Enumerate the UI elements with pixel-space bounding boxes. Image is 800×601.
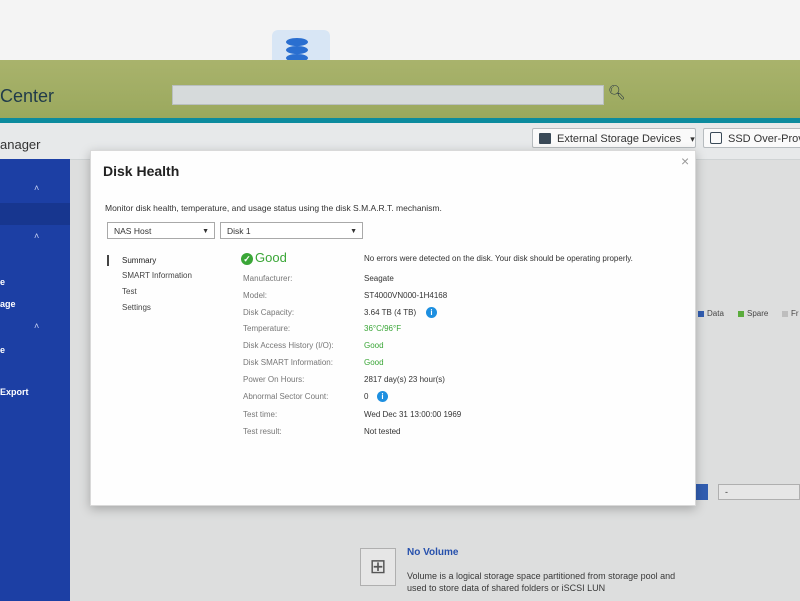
sidebar-item-1[interactable]: e bbox=[0, 277, 5, 287]
disk-select[interactable]: Disk 1 ▼ bbox=[220, 222, 363, 239]
info-icon[interactable]: i bbox=[426, 307, 437, 318]
abnormal-sector-count-value: 0 bbox=[364, 392, 369, 401]
close-icon[interactable]: × bbox=[681, 153, 689, 169]
sidebar-item-storage[interactable]: age bbox=[0, 299, 16, 309]
check-circle-icon: ✓ bbox=[241, 253, 253, 265]
ssd-label: SSD Over-Provi bbox=[728, 133, 800, 145]
abnormal-sector-count-label: Abnormal Sector Count: bbox=[243, 392, 329, 401]
disk-smart-information-value: Good bbox=[364, 358, 384, 367]
nav-settings[interactable]: Settings bbox=[122, 303, 151, 312]
test-time-value: Wed Dec 31 13:00:00 1969 bbox=[364, 410, 462, 419]
chevron-up-icon[interactable]: ˄ bbox=[34, 321, 39, 331]
disk-capacity-label: Disk Capacity: bbox=[243, 308, 295, 317]
disk-select-value: Disk 1 bbox=[227, 226, 251, 236]
sidebar-item-export[interactable]: Export bbox=[0, 387, 29, 397]
nav-active-indicator bbox=[107, 255, 109, 266]
model-value: ST4000VN000-1H4168 bbox=[364, 291, 448, 300]
ssd-icon bbox=[710, 132, 722, 144]
disk-capacity-value: 3.64 TB (4 TB) bbox=[364, 308, 417, 317]
manufacturer-label: Manufacturer: bbox=[243, 274, 293, 283]
chevron-up-icon[interactable]: ˄ bbox=[34, 231, 39, 241]
sidebar-item-3[interactable]: e bbox=[0, 345, 5, 355]
storage-manager-app: Center 🔍︎ anager External Storage Device… bbox=[0, 0, 800, 601]
disk-health-dialog: Disk Health × Monitor disk health, tempe… bbox=[90, 150, 696, 506]
external-storage-label: External Storage Devices bbox=[557, 133, 682, 145]
nav-smart-information[interactable]: SMART Information bbox=[122, 271, 192, 280]
disk-smart-information-label: Disk SMART Information: bbox=[243, 358, 333, 367]
app-brand: Center bbox=[0, 86, 55, 106]
dialog-description: Monitor disk health, temperature, and us… bbox=[105, 203, 442, 213]
search-input[interactable] bbox=[172, 85, 604, 105]
sidebar-selected-item[interactable] bbox=[0, 203, 70, 225]
ssd-over-provisioning-button[interactable]: SSD Over-Provi bbox=[703, 128, 800, 148]
test-result-value: Not tested bbox=[364, 427, 401, 436]
manufacturer-value: Seagate bbox=[364, 274, 394, 283]
power-on-hours-label: Power On Hours: bbox=[243, 375, 305, 384]
host-select-value: NAS Host bbox=[114, 226, 152, 236]
power-on-hours-value: 2817 day(s) 23 hour(s) bbox=[364, 375, 445, 384]
info-icon[interactable]: i bbox=[377, 391, 388, 402]
temperature-label: Temperature: bbox=[243, 324, 291, 333]
temperature-value: 36°C/96°F bbox=[364, 324, 402, 333]
chevron-down-icon: ▾ bbox=[690, 134, 695, 144]
test-result-label: Test result: bbox=[243, 427, 282, 436]
nav-test[interactable]: Test bbox=[122, 287, 137, 296]
health-status-message: No errors were detected on the disk. You… bbox=[364, 254, 633, 263]
chevron-up-icon[interactable]: ˄ bbox=[34, 183, 39, 193]
external-drive-icon bbox=[539, 133, 551, 144]
sidebar: ˄ ˄ e age ˄ e Export bbox=[0, 159, 70, 601]
model-label: Model: bbox=[243, 291, 268, 300]
dialog-title: Disk Health bbox=[103, 163, 180, 179]
disk-access-history-label: Disk Access History (I/O): bbox=[243, 341, 334, 350]
nav-summary[interactable]: Summary bbox=[122, 256, 156, 265]
test-time-label: Test time: bbox=[243, 410, 278, 419]
chevron-down-icon: ▼ bbox=[350, 228, 357, 235]
external-storage-devices-button[interactable]: External Storage Devices ▾ bbox=[532, 128, 696, 148]
search-icon[interactable]: 🔍︎ bbox=[608, 84, 626, 102]
page-title: anager bbox=[0, 137, 41, 152]
host-select[interactable]: NAS Host ▼ bbox=[107, 222, 215, 239]
disk-access-history-value: Good bbox=[364, 341, 384, 350]
chevron-down-icon: ▼ bbox=[202, 228, 209, 235]
health-status: Good bbox=[255, 250, 287, 265]
